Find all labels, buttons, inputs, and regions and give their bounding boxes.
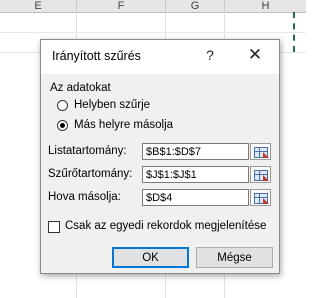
copy-to-label: Hova másolja: — [48, 191, 121, 203]
unique-records-label: Csak az egyedi rekordok megjelenítése — [65, 220, 267, 232]
column-header-h[interactable]: H — [225, 0, 306, 12]
radio-label: Helyben szűrje — [74, 99, 151, 111]
help-icon[interactable]: ? — [202, 47, 218, 65]
ok-button[interactable]: OK — [112, 247, 189, 268]
grid-line — [0, 32, 306, 33]
cancel-button[interactable]: Mégse — [196, 247, 273, 268]
dialog-title-bar[interactable]: Irányított szűrés ? ✕ — [41, 40, 279, 74]
unique-records-checkbox[interactable] — [48, 221, 60, 233]
criteria-range-label: Szűrőtartomány: — [48, 168, 133, 180]
radio-button[interactable] — [57, 100, 68, 111]
radio-label: Más helyre másolja — [74, 119, 174, 131]
column-header-f[interactable]: F — [77, 0, 166, 12]
copy-marquee — [293, 12, 295, 52]
column-header-e[interactable]: E — [0, 0, 77, 12]
action-group-label: Az adatokat — [50, 82, 111, 94]
dialog-title: Irányított szűrés — [52, 49, 141, 63]
list-range-input[interactable] — [142, 143, 249, 160]
criteria-range-picker-button[interactable] — [250, 166, 271, 183]
copy-to-input[interactable] — [142, 189, 249, 206]
column-header-row: E F G H — [0, 0, 306, 13]
column-header-g[interactable]: G — [166, 0, 225, 12]
advanced-filter-dialog: Irányított szűrés ? ✕ Az adatokat Helybe… — [40, 39, 280, 274]
list-range-label: Listatartomány: — [48, 145, 127, 157]
list-range-picker-button[interactable] — [250, 143, 271, 160]
copy-to-picker-button[interactable] — [250, 189, 271, 206]
radio-button-selected[interactable] — [57, 120, 68, 131]
close-icon[interactable]: ✕ — [245, 45, 265, 67]
criteria-range-input[interactable] — [142, 166, 249, 183]
